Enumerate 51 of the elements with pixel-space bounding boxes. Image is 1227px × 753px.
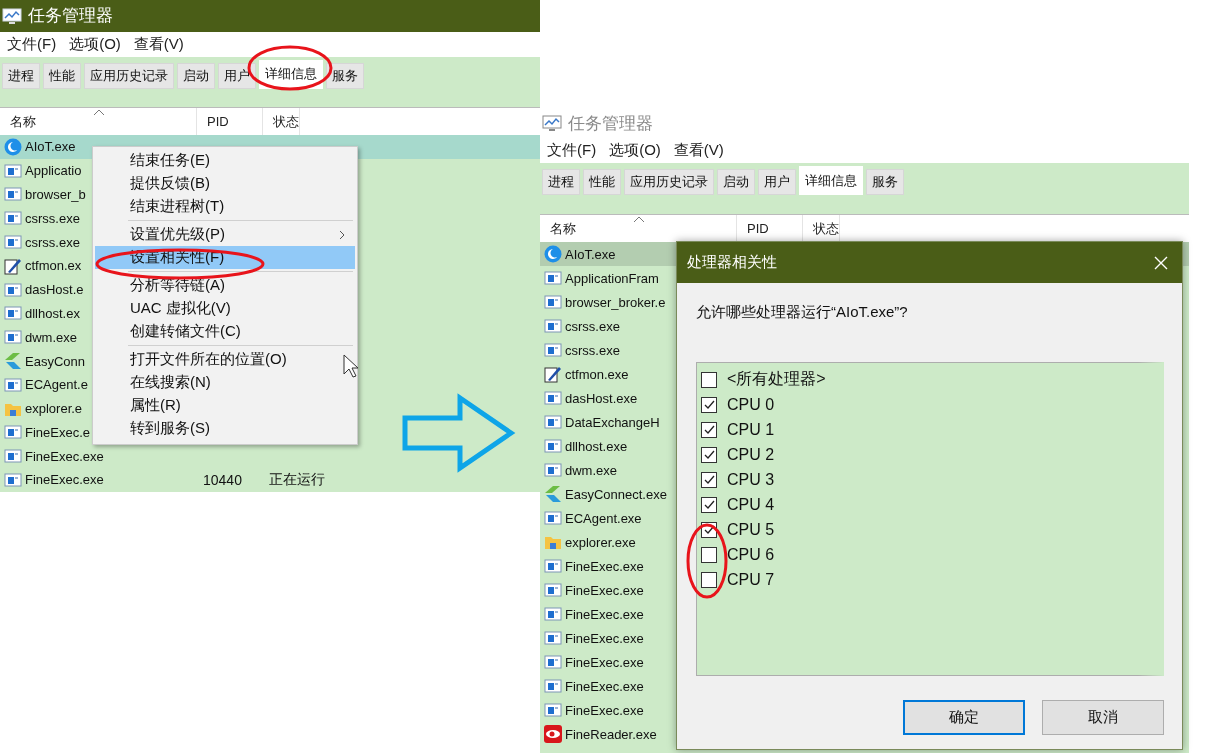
processor-label: <所有处理器> [727, 369, 826, 389]
process-name: Applicatio [25, 163, 82, 179]
process-name: browser_broker.e [565, 294, 666, 310]
process-name: dllhost.exe [565, 438, 628, 454]
window-title: 任务管理器 [568, 112, 653, 135]
process-name: explorer.e [25, 401, 83, 417]
process-name: browser_b [25, 186, 86, 202]
process-name: FineExec.exe [565, 702, 644, 718]
process-name: ApplicationFram [565, 270, 659, 286]
process-name: dwm.exe [25, 329, 78, 345]
process-name: csrss.exe [565, 318, 620, 334]
pid-cell-text: 10440 [202, 472, 243, 488]
process-name: FineExec.exe [565, 630, 644, 646]
processor-label: CPU 7 [727, 570, 775, 589]
status-cell-text: 正在运行 [268, 471, 326, 489]
process-name: AIoT.exe [25, 139, 76, 155]
process-name: FineExec.exe [565, 606, 644, 622]
process-name: ECAgent.e [25, 377, 88, 393]
process-name: FineExec.exe [25, 472, 104, 488]
processor-label: CPU 3 [727, 470, 775, 489]
process-name: csrss.exe [25, 234, 80, 250]
processor-label: CPU 5 [727, 520, 775, 539]
process-name: csrss.exe [25, 210, 80, 226]
process-name: explorer.exe [565, 534, 636, 550]
processor-label: CPU 0 [727, 395, 775, 414]
process-name: ctfmon.exe [565, 366, 629, 382]
process-name: EasyConn [25, 353, 85, 369]
dialog-title: 处理器相关性 [687, 253, 777, 272]
process-name: ctfmon.ex [25, 258, 82, 274]
process-name: dasHost.e [25, 282, 84, 298]
process-name: EasyConnect.exe [565, 486, 667, 502]
process-name: AIoT.exe [565, 246, 616, 262]
process-name: FineExec.exe [565, 558, 644, 574]
process-name: FineExec.exe [565, 654, 644, 670]
processor-label: CPU 6 [727, 545, 775, 564]
window-title: 任务管理器 [28, 5, 113, 28]
dialog-question: 允许哪些处理器运行“AIoT.exe”? [696, 303, 909, 322]
process-name: FineReader.exe [565, 726, 657, 742]
processor-label: CPU 2 [727, 445, 775, 464]
process-name: dwm.exe [565, 462, 618, 478]
process-name: FineExec.e [25, 424, 91, 440]
process-name: FineExec.exe [565, 678, 644, 694]
process-name: dllhost.ex [25, 305, 80, 321]
processor-label: CPU 1 [727, 420, 775, 439]
processor-label: CPU 4 [727, 495, 775, 514]
process-name: csrss.exe [565, 342, 620, 358]
process-name: FineExec.exe [25, 448, 104, 464]
process-name: ECAgent.exe [565, 510, 642, 526]
process-name: dasHost.exe [565, 390, 638, 406]
process-name: FineExec.exe [565, 582, 644, 598]
process-name: DataExchangeH [565, 414, 660, 430]
